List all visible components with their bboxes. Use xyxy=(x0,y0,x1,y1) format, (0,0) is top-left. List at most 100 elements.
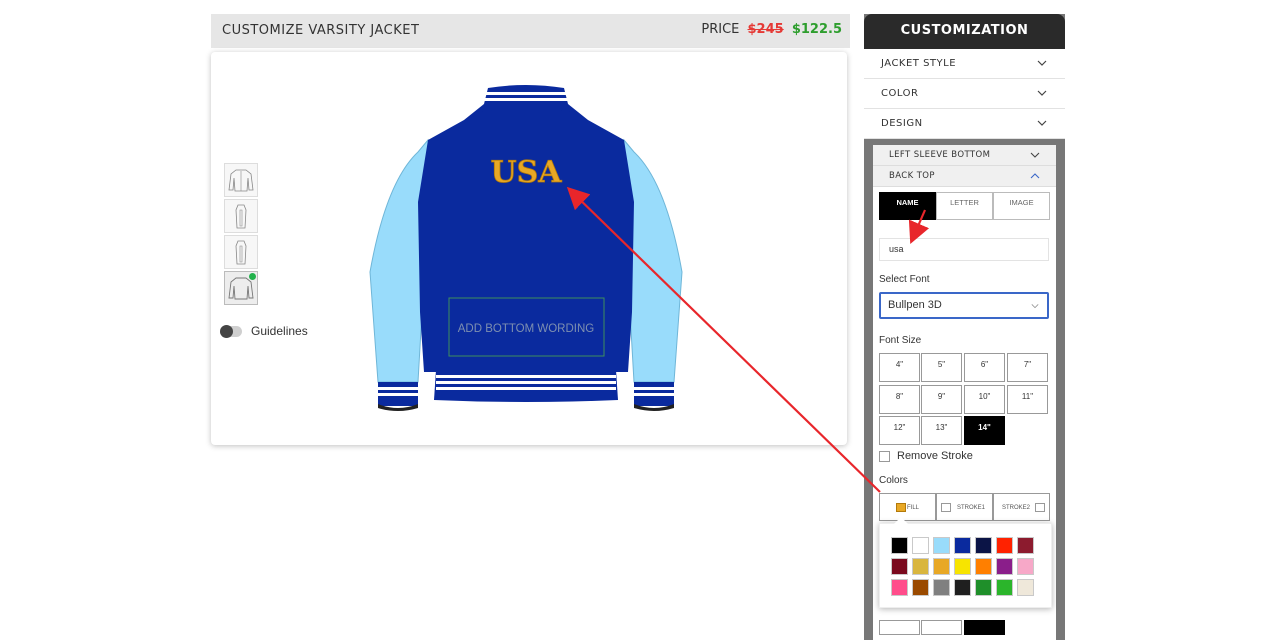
color-swatch[interactable] xyxy=(996,537,1013,554)
view-thumb-left-side[interactable] xyxy=(224,199,258,233)
color-swatch[interactable] xyxy=(891,537,908,554)
tab-image[interactable]: IMAGE xyxy=(993,192,1050,220)
jacket-preview-canvas: Guidelines USA ADD BOTTOM WORDING xyxy=(211,52,847,445)
name-text-input[interactable]: usa xyxy=(879,238,1049,261)
view-thumb-front[interactable] xyxy=(224,163,258,197)
color-swatch[interactable] xyxy=(954,558,971,575)
section-label: BACK TOP xyxy=(889,171,935,181)
font-size-8[interactable]: 8" xyxy=(879,385,920,414)
tab-letter[interactable]: LETTER xyxy=(936,192,993,220)
peek-button xyxy=(879,620,920,635)
section-left-sleeve-bottom[interactable]: LEFT SLEEVE BOTTOM xyxy=(873,145,1056,166)
accordion-color[interactable]: COLOR xyxy=(864,79,1065,109)
font-size-7[interactable]: 7" xyxy=(1007,353,1048,382)
tab-fill-label: FILL xyxy=(907,505,920,511)
price-label: PRICE xyxy=(701,22,740,37)
font-size-13[interactable]: 13" xyxy=(921,416,962,445)
sale-price: $122.5 xyxy=(791,22,842,37)
hidden-controls-peek xyxy=(873,620,1056,640)
color-palette-popup xyxy=(879,517,1052,608)
jacket-front-icon xyxy=(228,169,254,192)
font-size-label: Font Size xyxy=(879,335,922,346)
tab-stroke2[interactable]: STROKE2 xyxy=(993,493,1050,521)
price-display: PRICE $245 $122.5 xyxy=(701,22,842,37)
color-swatch[interactable] xyxy=(954,579,971,596)
guidelines-label: Guidelines xyxy=(251,324,308,338)
tab-stroke2-label: STROKE2 xyxy=(1002,505,1031,511)
bottom-wording-placeholder: ADD BOTTOM WORDING xyxy=(458,323,595,335)
old-price: $245 xyxy=(747,22,784,37)
color-swatch[interactable] xyxy=(933,558,950,575)
waistband xyxy=(434,370,618,402)
color-swatch[interactable] xyxy=(933,579,950,596)
collar xyxy=(482,85,570,112)
color-swatch[interactable] xyxy=(891,558,908,575)
colors-label: Colors xyxy=(879,475,908,486)
view-thumb-right-side[interactable] xyxy=(224,235,258,269)
jacket-back-view: USA ADD BOTTOM WORDING xyxy=(369,85,683,411)
color-swatch[interactable] xyxy=(1017,537,1034,554)
color-swatch[interactable] xyxy=(933,537,950,554)
section-back-top[interactable]: BACK TOP xyxy=(873,166,1056,187)
color-swatch[interactable] xyxy=(975,558,992,575)
section-label: LEFT SLEEVE BOTTOM xyxy=(889,150,991,160)
accordion-design[interactable]: DESIGN xyxy=(864,109,1065,139)
chevron-up-icon xyxy=(1030,173,1040,179)
accordion-label: DESIGN xyxy=(881,118,923,129)
font-size-12[interactable]: 12" xyxy=(879,416,920,445)
guidelines-toggle[interactable] xyxy=(220,325,242,338)
fill-color-swatch xyxy=(896,503,906,512)
chevron-down-icon xyxy=(1030,152,1040,158)
color-swatch[interactable] xyxy=(996,579,1013,596)
font-size-4[interactable]: 4" xyxy=(879,353,920,382)
decoration-type-tabs: NAME LETTER IMAGE xyxy=(879,192,1050,220)
chevron-down-icon xyxy=(1037,60,1047,66)
select-font-label: Select Font xyxy=(879,274,930,285)
color-swatch[interactable] xyxy=(1017,558,1034,575)
right-cuff xyxy=(634,382,674,411)
font-size-6[interactable]: 6" xyxy=(964,353,1005,382)
jacket-side-icon xyxy=(235,240,247,265)
stroke1-color-swatch xyxy=(941,503,951,512)
peek-button xyxy=(964,620,1005,635)
font-size-11[interactable]: 11" xyxy=(1007,385,1048,414)
font-select[interactable]: Bullpen 3D xyxy=(879,292,1049,319)
tab-stroke1-label: STROKE1 xyxy=(957,505,986,511)
page-title: CUSTOMIZE VARSITY JACKET xyxy=(222,23,420,38)
view-thumb-back[interactable] xyxy=(224,271,258,305)
color-swatch[interactable] xyxy=(912,558,929,575)
font-size-10[interactable]: 10" xyxy=(964,385,1005,414)
panel-title: CUSTOMIZATION xyxy=(864,14,1065,49)
chevron-down-icon xyxy=(1031,304,1039,309)
accordion-label: JACKET STYLE xyxy=(881,58,957,69)
active-view-indicator xyxy=(249,273,256,280)
font-size-9[interactable]: 9" xyxy=(921,385,962,414)
accordion-label: COLOR xyxy=(881,88,919,99)
jacket-side-icon xyxy=(235,204,247,229)
product-header: CUSTOMIZE VARSITY JACKET PRICE $245 $122… xyxy=(211,14,850,48)
remove-stroke-label: Remove Stroke xyxy=(897,450,973,462)
view-thumbnails xyxy=(224,163,258,307)
stroke2-color-swatch xyxy=(1035,503,1045,512)
color-swatch[interactable] xyxy=(996,558,1013,575)
color-swatch[interactable] xyxy=(975,537,992,554)
chevron-down-icon xyxy=(1037,90,1047,96)
back-top-text[interactable]: USA xyxy=(490,155,563,191)
toggle-knob xyxy=(220,325,233,338)
color-swatch[interactable] xyxy=(975,579,992,596)
remove-stroke-checkbox[interactable] xyxy=(879,451,890,462)
peek-button xyxy=(921,620,962,635)
font-size-14[interactable]: 14" xyxy=(964,416,1005,445)
font-select-value: Bullpen 3D xyxy=(888,299,942,311)
color-swatch[interactable] xyxy=(954,537,971,554)
left-cuff xyxy=(378,382,418,411)
tab-stroke1[interactable]: STROKE1 xyxy=(936,493,993,521)
color-swatch[interactable] xyxy=(891,579,908,596)
color-swatch[interactable] xyxy=(1017,579,1034,596)
color-swatch[interactable] xyxy=(912,537,929,554)
accordion-jacket-style[interactable]: JACKET STYLE xyxy=(864,49,1065,79)
tab-name[interactable]: NAME xyxy=(879,192,936,220)
color-swatch[interactable] xyxy=(912,579,929,596)
font-size-5[interactable]: 5" xyxy=(921,353,962,382)
chevron-down-icon xyxy=(1037,120,1047,126)
